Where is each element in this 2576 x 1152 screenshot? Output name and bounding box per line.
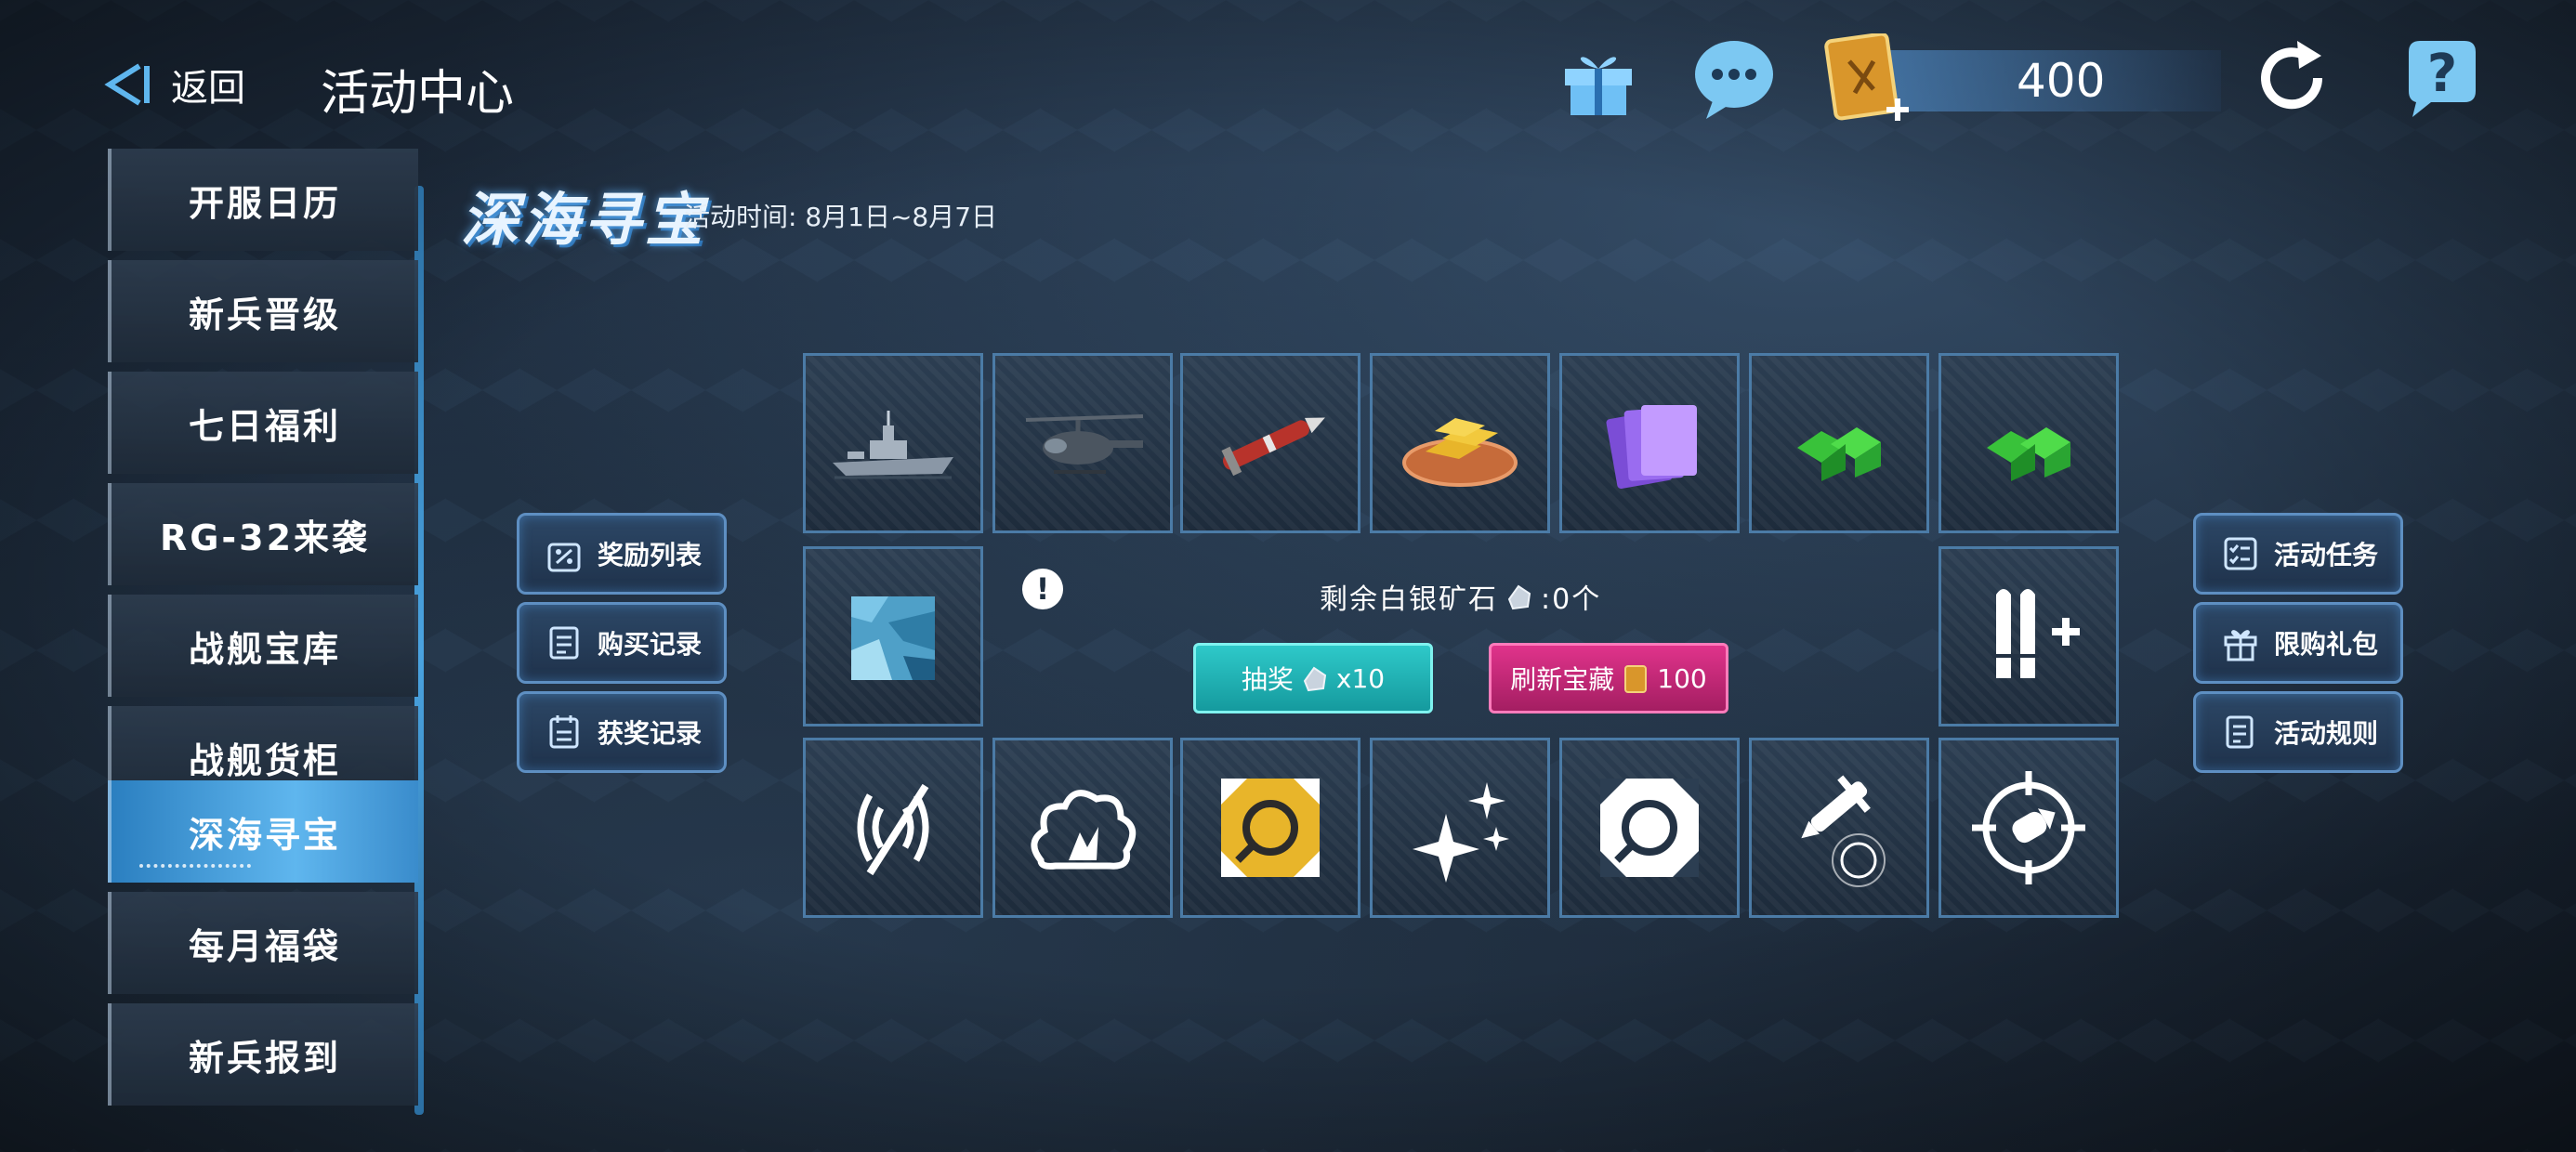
document-icon: [2226, 715, 2254, 749]
calendar-list-icon: [549, 715, 579, 749]
purple-cards-icon: [1606, 405, 1697, 489]
warship-icon: [833, 411, 953, 479]
draw-label: 抽奖: [1241, 664, 1294, 695]
reward-tile-target[interactable]: [1939, 738, 2119, 918]
gift-icon: [2224, 630, 2257, 661]
sidebar-item-seven-day-bonus[interactable]: 七日福利: [108, 372, 418, 474]
reward-tile-repair[interactable]: [1559, 738, 1740, 918]
green-crystal-icon: [1987, 427, 2070, 481]
draw-count: x10: [1335, 662, 1386, 694]
sidebar-item-warship-vault[interactable]: 战舰宝库: [108, 595, 418, 697]
event-task-label: 活动任务: [2274, 540, 2379, 570]
sidebar-item-label: 新兵报到: [188, 1037, 341, 1079]
missile-strike-icon: [1801, 775, 1886, 887]
back-label: 返回: [171, 67, 245, 110]
currency-value: 400: [2017, 54, 2106, 108]
jammer-icon: [857, 783, 929, 876]
helicopter-icon: [1025, 414, 1144, 474]
silver-ore-icon: [1507, 584, 1531, 610]
refresh-treasure-cost: 100: [1657, 662, 1707, 694]
remaining-ore-value: :0个: [1541, 583, 1602, 616]
gold-card-icon: [1624, 665, 1648, 693]
reward-list-label: 奖励列表: [598, 540, 703, 570]
reward-tile-purple-cards[interactable]: [1559, 353, 1740, 533]
reward-tile-missile[interactable]: [1180, 353, 1360, 533]
reward-tile-green-crystal[interactable]: [1749, 353, 1929, 533]
help-icon: ?: [2409, 41, 2476, 117]
refresh-treasure-button[interactable]: 刷新宝藏 100: [1489, 643, 1728, 713]
remaining-ore: 剩余白银矿石 :0个: [1320, 576, 1601, 617]
gold-card-plus-icon: [1824, 33, 1909, 121]
svg-text:?: ?: [2427, 44, 2457, 104]
sidebar-item-label: 深海寻宝: [188, 814, 341, 856]
event-time: 活动时间: 8月1日~8月7日: [684, 202, 998, 232]
sparkle-icon: [1413, 782, 1509, 883]
sidebar-item-open-calendar[interactable]: 开服日历: [108, 149, 418, 251]
ammo-plus-icon: [1992, 589, 2080, 678]
missile-icon: [1221, 417, 1325, 477]
repair-gold-icon: [1221, 779, 1320, 877]
reward-tile-missile-strike[interactable]: [1749, 738, 1929, 918]
reward-tile-camo-skin[interactable]: [803, 546, 983, 727]
info-alert-icon[interactable]: !: [1022, 569, 1063, 609]
sidebar-item-label: 开服日历: [188, 182, 341, 224]
reward-tile-repair-gold[interactable]: [1180, 738, 1360, 918]
purchase-record-label: 购买记录: [598, 629, 703, 660]
explosion-icon: [1031, 790, 1137, 870]
green-crystal-icon: [1797, 427, 1881, 481]
reward-tile-jammer[interactable]: [803, 738, 983, 918]
target-icon: [1972, 771, 2085, 884]
sidebar-item-label: RG-32来袭: [159, 517, 371, 558]
chat-bubble-icon: [1695, 41, 1773, 119]
event-task-button[interactable]: 活动任务: [2193, 513, 2403, 595]
event-title: 深海寻宝: [461, 186, 707, 254]
refresh-treasure-label: 刷新宝藏: [1510, 664, 1615, 695]
gold-bars-icon: [1402, 418, 1518, 487]
purchase-record-button[interactable]: 购买记录: [517, 602, 727, 684]
refresh-icon: [2261, 41, 2323, 110]
page-title: 活动中心: [321, 66, 515, 122]
reward-tile-green-crystal-2[interactable]: [1939, 353, 2119, 533]
prize-record-label: 获奖记录: [598, 718, 703, 749]
sidebar-item-monthly-bag[interactable]: 每月福袋: [108, 892, 418, 994]
limited-pack-label: 限购礼包: [2274, 629, 2379, 660]
sidebar-item-label: 战舰货柜: [188, 740, 341, 781]
currency-display[interactable]: 400: [1821, 33, 2221, 126]
back-button[interactable]: 返回: [102, 58, 245, 111]
event-rules-label: 活动规则: [2274, 718, 2379, 749]
sidebar-item-rg32[interactable]: RG-32来袭: [108, 483, 418, 585]
task-list-icon: [2224, 537, 2257, 570]
discount-box-icon: [547, 543, 581, 572]
reward-tile-warship[interactable]: [803, 353, 983, 533]
gift-button[interactable]: [1554, 33, 1643, 126]
event-rules-button[interactable]: 活动规则: [2193, 691, 2403, 773]
sidebar-item-label: 每月福袋: [188, 925, 341, 967]
sidebar-item-label: 新兵晋级: [188, 294, 341, 335]
help-button[interactable]: ?: [2394, 33, 2483, 126]
sidebar-item-label: 战舰宝库: [188, 628, 341, 670]
draw-button[interactable]: 抽奖 x10: [1193, 643, 1433, 713]
reward-tile-explosion[interactable]: [992, 738, 1173, 918]
sidebar-item-recruit-promotion[interactable]: 新兵晋级: [108, 260, 418, 362]
refresh-button[interactable]: [2247, 33, 2336, 126]
reward-tile-helicopter[interactable]: [992, 353, 1173, 533]
gift-icon: [1565, 57, 1632, 115]
reward-list-button[interactable]: 奖励列表: [517, 513, 727, 595]
chat-button[interactable]: [1689, 33, 1779, 126]
back-arrow-icon: [104, 63, 150, 106]
limited-pack-button[interactable]: 限购礼包: [2193, 602, 2403, 684]
prize-record-button[interactable]: 获奖记录: [517, 691, 727, 773]
sidebar-item-label: 七日福利: [188, 405, 341, 447]
reward-tile-sparkle[interactable]: [1370, 738, 1550, 918]
repair-icon: [1600, 779, 1699, 877]
silver-ore-icon: [1303, 666, 1326, 692]
remaining-ore-label: 剩余白银矿石: [1320, 583, 1498, 616]
reward-tile-ammo[interactable]: [1939, 546, 2119, 727]
sidebar-item-recruit-checkin[interactable]: 新兵报到: [108, 1003, 418, 1106]
reward-tile-gold-bars[interactable]: [1370, 353, 1550, 533]
receipt-icon: [549, 626, 579, 660]
camo-skin-icon: [851, 596, 935, 680]
sidebar-item-deep-sea-treasure[interactable]: 深海寻宝: [108, 780, 418, 883]
